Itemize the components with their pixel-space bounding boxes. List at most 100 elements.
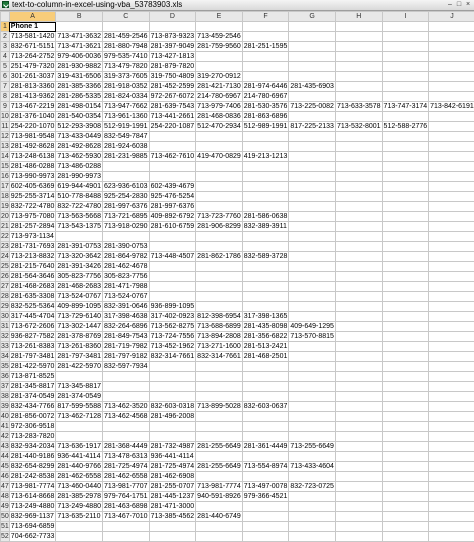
cell-g1[interactable]: [289, 22, 336, 32]
cell-e19[interactable]: [196, 202, 243, 212]
row-header[interactable]: 37: [1, 382, 10, 392]
cell-e46[interactable]: [196, 472, 243, 482]
cell-i27[interactable]: [382, 282, 429, 292]
cell-d13[interactable]: [149, 142, 196, 152]
cell-h1[interactable]: [335, 22, 382, 32]
cell-h35[interactable]: [335, 362, 382, 372]
cell-g45[interactable]: 713-433-4604: [289, 462, 336, 472]
cell-d1[interactable]: [149, 22, 196, 32]
row-header[interactable]: 10: [1, 112, 10, 122]
cell-g20[interactable]: [289, 212, 336, 222]
cell-h52[interactable]: [335, 532, 382, 542]
cell-c49[interactable]: 281-463-6898: [102, 502, 149, 512]
cell-e27[interactable]: [196, 282, 243, 292]
column-header-b[interactable]: B: [56, 12, 103, 22]
cell-h17[interactable]: [335, 182, 382, 192]
cell-g11[interactable]: 817-225-2133: [289, 122, 336, 132]
cell-f35[interactable]: [242, 362, 289, 372]
cell-h22[interactable]: [335, 232, 382, 242]
cell-f42[interactable]: [242, 432, 289, 442]
cell-b10[interactable]: 281-540-0354: [56, 112, 103, 122]
row-header[interactable]: 26: [1, 272, 10, 282]
cell-h14[interactable]: [335, 152, 382, 162]
cell-i13[interactable]: [382, 142, 429, 152]
cell-d22[interactable]: [149, 232, 196, 242]
cell-i38[interactable]: [382, 392, 429, 402]
cell-e39[interactable]: 713-899-5028: [196, 402, 243, 412]
cell-d11[interactable]: 254-220-1087: [149, 122, 196, 132]
cell-e38[interactable]: [196, 392, 243, 402]
cell-c43[interactable]: 281-368-4449: [102, 442, 149, 452]
cell-j30[interactable]: [429, 312, 474, 322]
cell-b38[interactable]: 281-374-0549: [56, 392, 103, 402]
cell-j13[interactable]: [429, 142, 474, 152]
cell-i17[interactable]: [382, 182, 429, 192]
cell-a20[interactable]: 713-975-7080: [9, 212, 56, 222]
cell-a42[interactable]: 713-283-7820: [9, 432, 56, 442]
column-header-h[interactable]: H: [335, 12, 382, 22]
cell-a29[interactable]: 832-525-5364: [9, 302, 56, 312]
cell-a8[interactable]: 281-413-9362: [9, 92, 56, 102]
row-header[interactable]: 18: [1, 192, 10, 202]
cell-e7[interactable]: 281-421-7130: [196, 82, 243, 92]
cell-a32[interactable]: 936-827-7582: [9, 332, 56, 342]
cell-f20[interactable]: 281-586-0638: [242, 212, 289, 222]
cell-c27[interactable]: 281-471-7988: [102, 282, 149, 292]
cell-j3[interactable]: [429, 42, 474, 52]
cell-b26[interactable]: 305-823-7756: [56, 272, 103, 282]
cell-a17[interactable]: 602-405-6369: [9, 182, 56, 192]
cell-d15[interactable]: [149, 162, 196, 172]
cell-g26[interactable]: [289, 272, 336, 282]
cell-d8[interactable]: 972-267-6072: [149, 92, 196, 102]
cell-i41[interactable]: [382, 422, 429, 432]
cell-g27[interactable]: [289, 282, 336, 292]
cell-h41[interactable]: [335, 422, 382, 432]
cell-f41[interactable]: [242, 422, 289, 432]
cell-c40[interactable]: 713-462-4568: [102, 412, 149, 422]
cell-d3[interactable]: 281-397-9049: [149, 42, 196, 52]
cell-f1[interactable]: [242, 22, 289, 32]
row-header[interactable]: 47: [1, 482, 10, 492]
cell-h26[interactable]: [335, 272, 382, 282]
row-header[interactable]: 21: [1, 222, 10, 232]
cell-i3[interactable]: [382, 42, 429, 52]
cell-g50[interactable]: [289, 512, 336, 522]
cell-h40[interactable]: [335, 412, 382, 422]
cell-i30[interactable]: [382, 312, 429, 322]
row-header[interactable]: 36: [1, 372, 10, 382]
cell-e37[interactable]: [196, 382, 243, 392]
cell-e47[interactable]: 713-981-7774: [196, 482, 243, 492]
cell-e29[interactable]: [196, 302, 243, 312]
cell-b25[interactable]: 281-391-3426: [56, 262, 103, 272]
cell-b6[interactable]: 319-431-6506: [56, 72, 103, 82]
cell-f38[interactable]: [242, 392, 289, 402]
cell-c7[interactable]: 281-918-0352: [102, 82, 149, 92]
cell-e50[interactable]: 281-440-6749: [196, 512, 243, 522]
cell-b34[interactable]: 281-797-3481: [56, 352, 103, 362]
cell-c51[interactable]: [102, 522, 149, 532]
cell-e32[interactable]: 713-894-2808: [196, 332, 243, 342]
cell-b35[interactable]: 281-422-5970: [56, 362, 103, 372]
cell-h51[interactable]: [335, 522, 382, 532]
cell-g16[interactable]: [289, 172, 336, 182]
cell-a9[interactable]: 713-467-2219: [9, 102, 56, 112]
cell-g10[interactable]: [289, 112, 336, 122]
cell-e43[interactable]: 281-255-6649: [196, 442, 243, 452]
cell-f29[interactable]: [242, 302, 289, 312]
cell-g18[interactable]: [289, 192, 336, 202]
cell-c52[interactable]: [102, 532, 149, 542]
cell-j6[interactable]: [429, 72, 474, 82]
cell-e14[interactable]: 419-470-0829: [196, 152, 243, 162]
cell-g30[interactable]: [289, 312, 336, 322]
cell-a26[interactable]: 281-564-3646: [9, 272, 56, 282]
cell-a48[interactable]: 713-614-8668: [9, 492, 56, 502]
cell-g5[interactable]: [289, 62, 336, 72]
row-header[interactable]: 4: [1, 52, 10, 62]
cell-f24[interactable]: 832-589-3728: [242, 252, 289, 262]
cell-b4[interactable]: 979-406-0036: [56, 52, 103, 62]
cell-c9[interactable]: 713-947-7662: [102, 102, 149, 112]
cell-j25[interactable]: [429, 262, 474, 272]
cell-d2[interactable]: 713-873-9323: [149, 32, 196, 42]
row-header[interactable]: 17: [1, 182, 10, 192]
cell-d40[interactable]: 281-496-2008: [149, 412, 196, 422]
